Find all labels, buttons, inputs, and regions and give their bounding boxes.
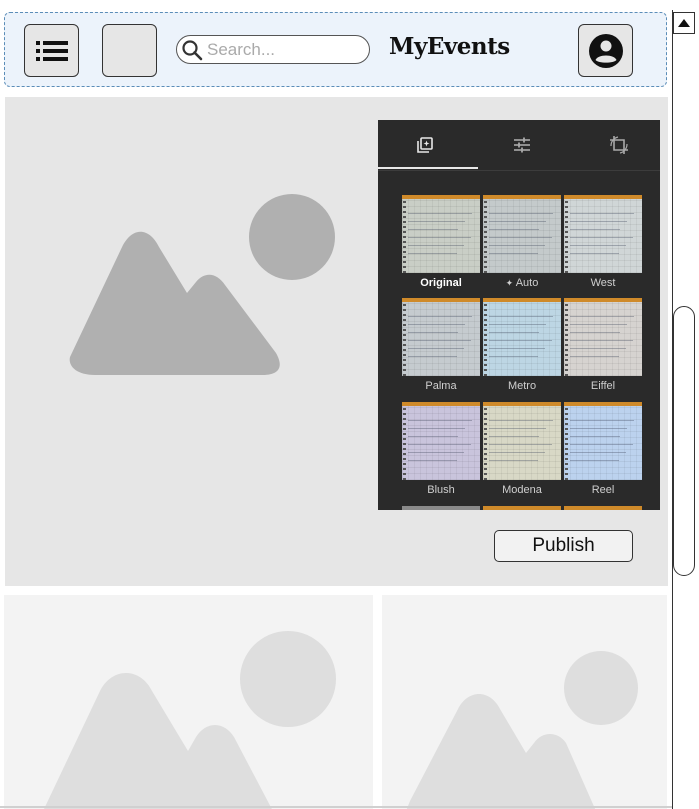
scrollbar-thumb[interactable] (673, 306, 695, 576)
filter-label: Modena (482, 484, 562, 496)
filter-label-text: Modena (502, 484, 542, 496)
auto-sparkle-icon: ✦ (505, 278, 516, 288)
filter-partial-thumb (564, 506, 642, 510)
filter-label-text: Original (420, 277, 462, 289)
filter-label: Palma (401, 380, 481, 392)
filter-label: Original (401, 277, 481, 289)
filter-label: Blush (401, 484, 481, 496)
filter-label-text: Eiffel (590, 380, 616, 392)
filter-partial-thumb (483, 506, 561, 510)
filter-label-text: West (590, 277, 616, 289)
image-placeholder-icon (44, 631, 336, 809)
filter-label: Metro (482, 380, 562, 392)
filter-partial-thumb (402, 506, 480, 510)
filter-thumbnail[interactable] (564, 195, 642, 273)
list-icon (35, 40, 68, 61)
tab-filters[interactable] (378, 120, 478, 169)
event-card[interactable] (4, 595, 373, 809)
app-header: MyEvents (4, 12, 667, 87)
filter-thumbnail[interactable] (483, 195, 561, 273)
search-icon (182, 39, 203, 60)
editor-tabs (378, 120, 660, 171)
crop-rotate-icon (610, 135, 628, 154)
filter-thumbnail[interactable] (402, 402, 480, 480)
search-input[interactable] (207, 39, 357, 60)
filter-thumbnail[interactable] (483, 402, 561, 480)
arrow-up-icon (678, 19, 690, 27)
event-card[interactable] (382, 595, 667, 809)
filter-label-text: Reel (591, 484, 615, 496)
filter-thumbnail[interactable] (564, 402, 642, 480)
filter-label-text: Blush (427, 484, 455, 496)
account-circle-icon (588, 33, 623, 68)
filter-label-text: Metro (507, 380, 537, 392)
adjust-sliders-icon (514, 137, 530, 152)
filter-label: Reel (563, 484, 643, 496)
image-placeholder-icon (69, 194, 335, 375)
filter-label: West (563, 277, 643, 289)
account-button[interactable] (578, 24, 633, 77)
search-box[interactable] (176, 35, 370, 64)
scroll-up-button[interactable] (673, 12, 695, 34)
filter-thumbnail[interactable] (483, 298, 561, 376)
filter-label: Eiffel (563, 380, 643, 392)
menu-button[interactable] (24, 24, 79, 77)
image-placeholder-icon (406, 651, 638, 809)
bottom-edge (0, 806, 672, 808)
brand-title: MyEvents (389, 33, 510, 60)
filter-thumbnail[interactable] (402, 298, 480, 376)
filter-thumbnail[interactable] (402, 195, 480, 273)
photo-filter-panel: Original ✦ Auto West Palma Metro Eiffel Blush M… (378, 120, 660, 510)
publish-button[interactable]: Publish (494, 530, 633, 562)
filter-label-text: Palma (425, 380, 457, 392)
tab-crop[interactable] (572, 120, 660, 169)
filters-icon (417, 136, 433, 153)
filter-label-text: Auto (515, 277, 539, 289)
tab-adjust[interactable] (475, 120, 569, 169)
filter-thumbnail[interactable] (564, 298, 642, 376)
filter-label: ✦ Auto (482, 277, 562, 289)
blank-button[interactable] (102, 24, 157, 77)
